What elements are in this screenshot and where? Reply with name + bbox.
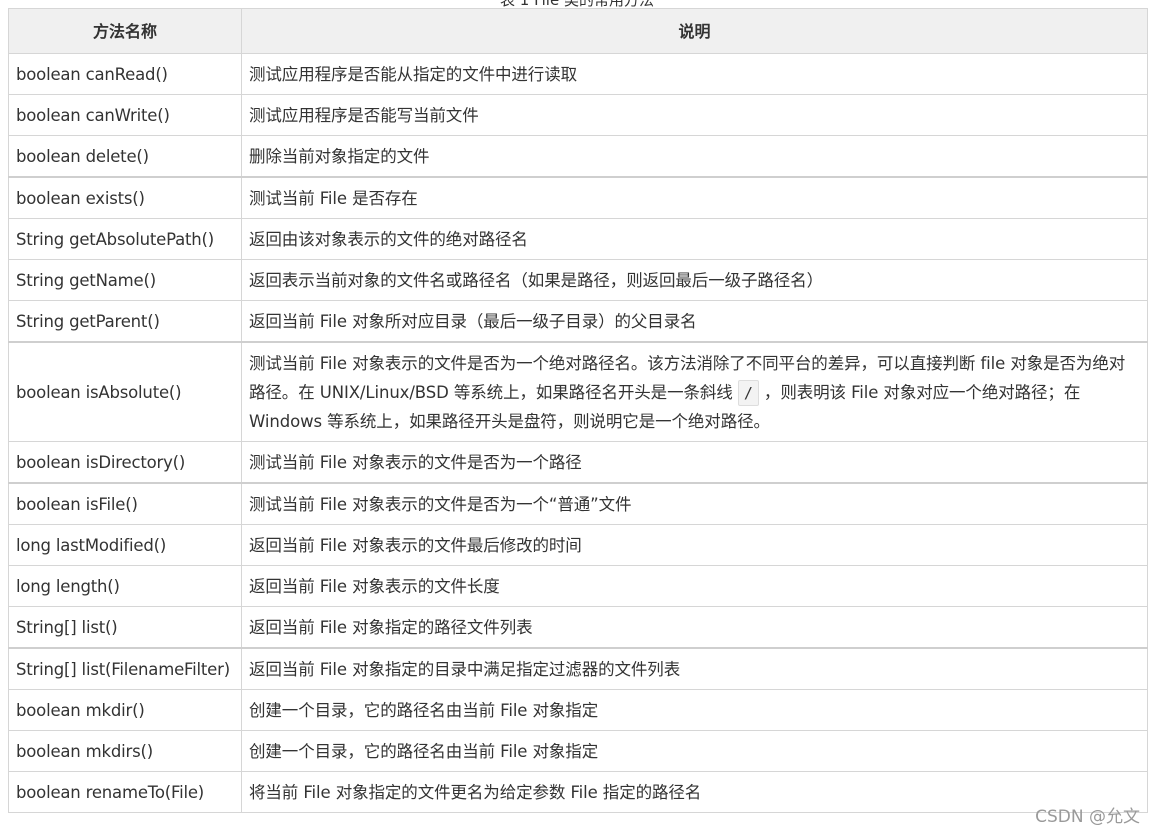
description-cell: 将当前 File 对象指定的文件更名为给定参数 File 指定的路径名 [241,771,1148,813]
table-row: boolean isDirectory() 测试当前 File 对象表示的文件是… [8,441,1148,484]
method-name-cell: String[] list(FilenameFilter) [8,647,242,690]
table-row: boolean canWrite() 测试应用程序是否能写当前文件 [8,94,1148,136]
table-row: boolean mkdirs() 创建一个目录，它的路径名由当前 File 对象… [8,730,1148,772]
table-row: boolean exists() 测试当前 File 是否存在 [8,176,1148,219]
method-name-cell: boolean delete() [8,135,242,178]
description-cell: 返回由该对象表示的文件的绝对路径名 [241,218,1148,260]
description-cell: 删除当前对象指定的文件 [241,135,1148,178]
file-methods-table: 方法名称 说明 boolean canRead() 测试应用程序是否能从指定的文… [8,8,1148,813]
table-row: String[] list(FilenameFilter) 返回当前 File … [8,647,1148,690]
description-cell: 返回表示当前对象的文件名或路径名（如果是路径，则返回最后一级子路径名） [241,259,1148,301]
description-cell: 测试当前 File 对象表示的文件是否为一个绝对路径名。该方法消除了不同平台的差… [241,341,1148,442]
table-row: long length() 返回当前 File 对象表示的文件长度 [8,565,1148,607]
table-row: long lastModified() 返回当前 File 对象表示的文件最后修… [8,524,1148,566]
method-name-cell: boolean exists() [8,176,242,219]
table-row: boolean canRead() 测试应用程序是否能从指定的文件中进行读取 [8,53,1148,95]
method-name-cell: boolean mkdir() [8,689,242,731]
table-row: boolean mkdir() 创建一个目录，它的路径名由当前 File 对象指… [8,689,1148,731]
description-cell: 测试当前 File 对象表示的文件是否为一个“普通”文件 [241,482,1148,525]
table-row: String[] list() 返回当前 File 对象指定的路径文件列表 [8,606,1148,649]
description-cell: 创建一个目录，它的路径名由当前 File 对象指定 [241,689,1148,731]
description-cell: 返回当前 File 对象表示的文件最后修改的时间 [241,524,1148,566]
table-caption-text: 表 1 File 类的常用方法 [0,0,1154,8]
table-header-row: 方法名称 说明 [8,8,1148,54]
description-cell: 创建一个目录，它的路径名由当前 File 对象指定 [241,730,1148,772]
description-cell: 测试应用程序是否能从指定的文件中进行读取 [241,53,1148,95]
method-name-cell: boolean isFile() [8,482,242,525]
csdn-watermark: CSDN @允文 [1035,807,1140,827]
method-name-cell: boolean canWrite() [8,94,242,136]
method-name-cell: long lastModified() [8,524,242,566]
table-row: boolean renameTo(File) 将当前 File 对象指定的文件更… [8,771,1148,813]
method-name-cell: String getName() [8,259,242,301]
method-name-cell: String[] list() [8,606,242,649]
method-name-cell: boolean mkdirs() [8,730,242,772]
method-name-cell: String getAbsolutePath() [8,218,242,260]
description-cell: 返回当前 File 对象指定的路径文件列表 [241,606,1148,649]
table-row: String getAbsolutePath() 返回由该对象表示的文件的绝对路… [8,218,1148,260]
description-cell: 返回当前 File 对象表示的文件长度 [241,565,1148,607]
table-row: boolean isAbsolute() 测试当前 File 对象表示的文件是否… [8,341,1148,442]
method-name-cell: long length() [8,565,242,607]
description-cell: 测试当前 File 是否存在 [241,176,1148,219]
table-row: String getName() 返回表示当前对象的文件名或路径名（如果是路径，… [8,259,1148,301]
header-method-name: 方法名称 [8,8,242,54]
description-cell: 返回当前 File 对象所对应目录（最后一级子目录）的父目录名 [241,300,1148,343]
description-cell: 测试当前 File 对象表示的文件是否为一个路径 [241,441,1148,484]
table-caption: 表 1 File 类的常用方法 [0,0,1154,8]
method-name-cell: boolean isDirectory() [8,441,242,484]
page: 表 1 File 类的常用方法 方法名称 说明 boolean canRead(… [0,0,1154,831]
table-row: String getParent() 返回当前 File 对象所对应目录（最后一… [8,300,1148,343]
description-cell: 测试应用程序是否能写当前文件 [241,94,1148,136]
inline-code: / [737,379,759,406]
description-cell: 返回当前 File 对象指定的目录中满足指定过滤器的文件列表 [241,647,1148,690]
method-name-cell: boolean isAbsolute() [8,341,242,442]
header-description: 说明 [241,8,1148,54]
method-name-cell: String getParent() [8,300,242,343]
table-row: boolean isFile() 测试当前 File 对象表示的文件是否为一个“… [8,482,1148,525]
table-row: boolean delete() 删除当前对象指定的文件 [8,135,1148,178]
method-name-cell: boolean canRead() [8,53,242,95]
method-name-cell: boolean renameTo(File) [8,771,242,813]
